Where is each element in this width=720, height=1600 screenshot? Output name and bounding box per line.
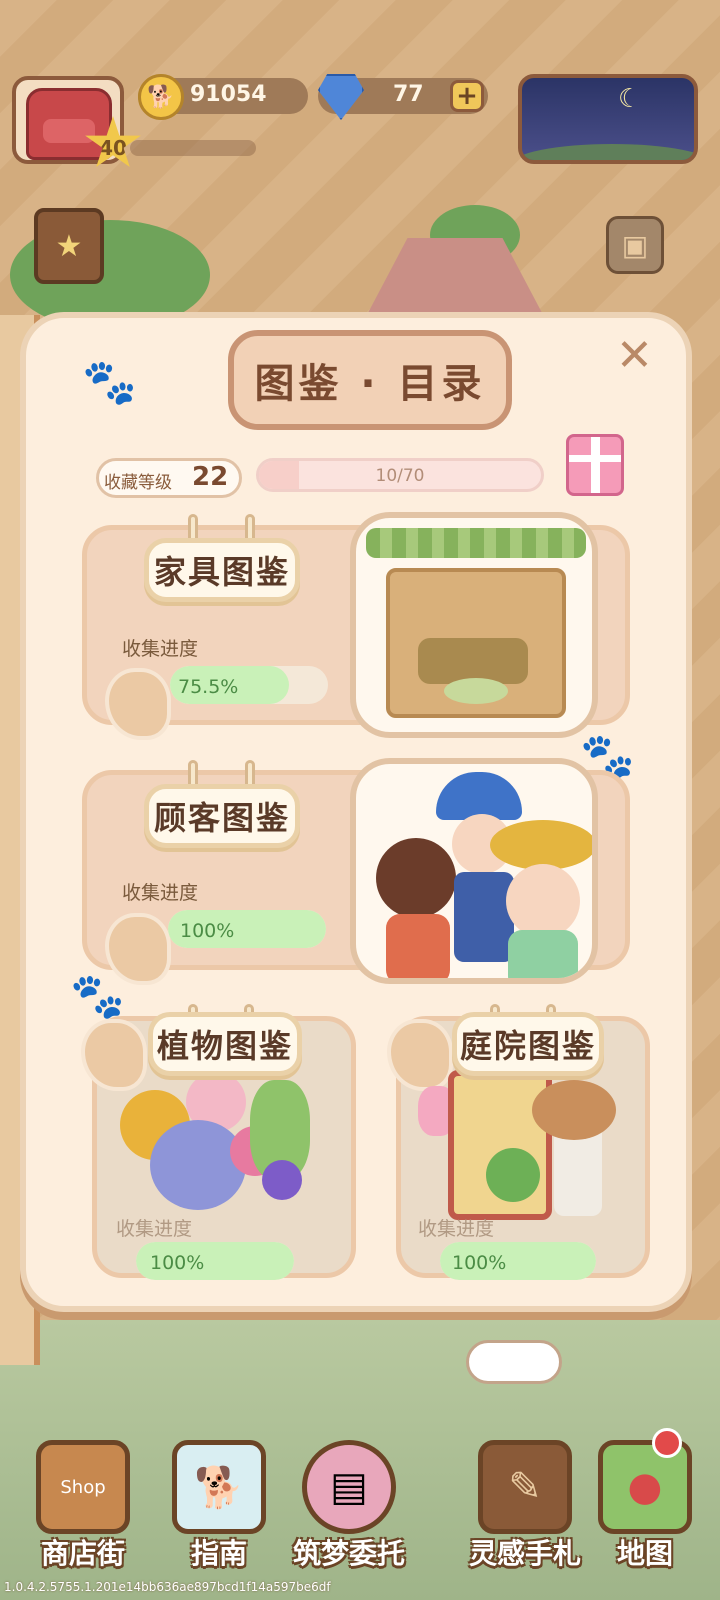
collection-progress-text: 10/70 [375,466,425,486]
version-string: 1.0.4.2.5755.1.201e14bb636ae897bcd1f14a5… [4,1580,331,1594]
nav-map[interactable]: ● 地图 [586,1434,704,1580]
commission-icon: ▤ [302,1440,396,1534]
card-title: 庭院图鉴 [459,1027,596,1065]
customer-illustration [490,820,592,870]
furniture-progress-value: 75.5% [178,676,239,698]
furniture-progress-label: 收集进度 [122,638,199,660]
armchair-icon [26,88,112,160]
nav-label: 商店街 [40,1537,125,1570]
plant-progress-label: 收集进度 [116,1218,193,1240]
plant-progress-value: 100% [150,1252,205,1274]
courtyard-progress-value: 100% [452,1252,507,1274]
customer-catalog-image[interactable] [350,758,598,984]
customer-illustration [454,872,514,962]
storage-box-button[interactable]: ▣ [606,216,664,274]
day-night-indicator[interactable]: ☾ [518,74,698,164]
customer-illustration [386,914,450,978]
catalog-title-plate: 图鉴 · 目录 [228,330,512,430]
customer-catalog-title: 顾客图鉴 [144,784,300,848]
bear-statue-illustration [532,1080,616,1140]
nav-guide[interactable]: 🐕 指南 [160,1434,278,1580]
shop-icon: Shop [36,1440,130,1534]
gem-value: 77 [393,82,424,107]
level-progress-bar [130,140,256,156]
dog-coin-icon: 🐕 [138,74,184,120]
customer-progress-value: 100% [180,920,235,942]
nav-label: 筑梦委托 [292,1537,405,1570]
gift-reward-icon[interactable] [566,434,624,496]
topiary-illustration [486,1148,540,1202]
coin-value: 91054 [190,82,267,107]
customer-illustration [506,864,580,938]
card-title: 顾客图鉴 [153,799,290,837]
furniture-catalog-title: 家具图鉴 [144,538,300,602]
customer-progress-label: 收集进度 [122,882,199,904]
hill-decoration [522,144,694,160]
nav-commission[interactable]: ▤ 筑梦委托 [290,1434,408,1580]
notebook-icon: ✎ [478,1440,572,1534]
customer-illustration [508,930,578,978]
notification-dot [652,1428,682,1458]
flower-illustration [150,1120,246,1210]
rug-illustration [444,678,508,704]
customer-illustration [436,772,522,820]
add-gems-button[interactable]: + [450,80,484,112]
bone-decoration [466,1340,562,1384]
nav-notebook[interactable]: ✎ 灵感手札 [466,1434,584,1580]
paw-decoration-icon: 🐾 [82,357,137,408]
star-book-button[interactable]: ★ [34,208,104,284]
nav-label: 指南 [190,1537,247,1570]
shop-sign: Shop [60,1476,106,1498]
card-title: 家具图鉴 [153,553,290,591]
moon-icon: ☾ [618,84,642,114]
courtyard-catalog-title: 庭院图鉴 [452,1012,604,1076]
courtyard-progress-label: 收集进度 [418,1218,495,1240]
plant-catalog-title: 植物图鉴 [148,1012,302,1076]
page-title: 图鉴 · 目录 [254,361,486,407]
close-button[interactable]: ✕ [616,330,653,381]
collection-level-value: 22 [192,462,229,492]
cat-ear-decoration [387,1019,453,1091]
guide-icon: 🐕 [172,1440,266,1534]
box-icon: ▣ [621,228,649,262]
map-icon: ● [598,1440,692,1534]
star-icon: ★ [55,228,83,264]
nav-shop-street[interactable]: Shop 商店街 [24,1434,142,1580]
card-title: 植物图鉴 [156,1027,293,1065]
customer-illustration [376,838,456,918]
furniture-catalog-image[interactable] [350,512,598,738]
paw-decoration-icon: 🐾 [70,971,125,1022]
nav-label: 地图 [616,1537,673,1570]
plant-decoration [366,528,586,558]
nav-label: 灵感手札 [468,1537,581,1570]
flower-illustration [262,1160,302,1200]
collection-level-label: 收藏等级 [104,473,172,493]
